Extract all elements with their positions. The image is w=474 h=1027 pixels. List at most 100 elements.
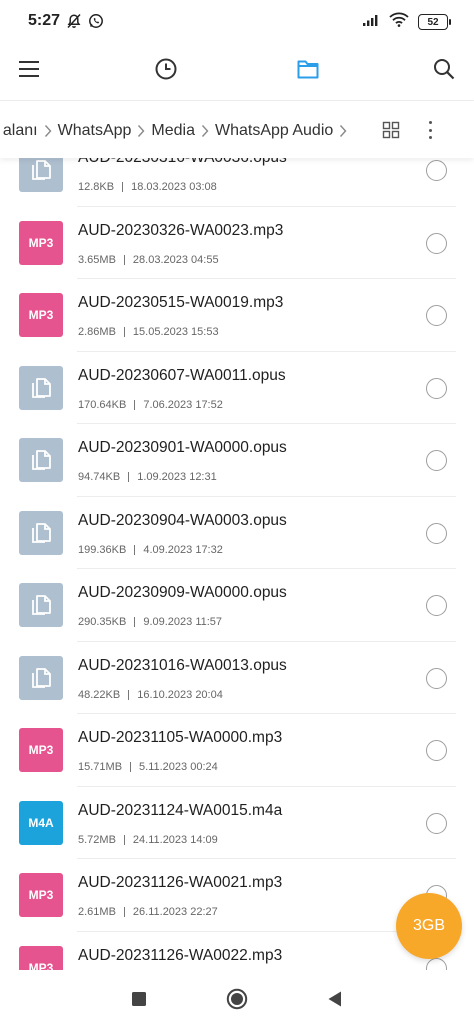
document-icon [32,450,51,470]
battery-icon: 52 [418,14,451,30]
meta-separator [134,399,136,410]
file-meta: 48.22KB 16.10.2023 20:04 [78,689,223,701]
recent-icon[interactable] [153,56,179,82]
select-radio[interactable] [426,232,447,254]
file-type-thumbnail: MP3 [19,873,63,917]
file-type-thumbnail: MP3 [19,220,63,265]
grid-view-icon[interactable] [381,120,401,140]
status-system-icons: 52 [362,12,451,32]
breadcrumb-item-whatsapp[interactable]: WhatsApp [58,122,132,140]
storage-usage-button[interactable]: 3GB [396,893,462,959]
file-row[interactable]: AUD-20230607-WA0011.opus 170.64KB 7.06.2… [0,352,474,424]
file-type-thumbnail [19,438,63,482]
recents-square-icon[interactable] [128,988,150,1010]
file-size: 5.72MB [78,833,116,846]
file-row[interactable]: AUD-20231016-WA0013.opus 48.22KB 16.10.2… [0,642,474,714]
file-row[interactable]: AUD-20230901-WA0000.opus 94.74KB 1.09.20… [0,424,474,497]
document-icon [32,522,51,543]
breadcrumb-bar: ı alanı WhatsApp Media WhatsApp Audio [0,100,474,158]
select-radio[interactable] [426,957,447,970]
file-size: 15.71MB [78,761,123,773]
file-meta: 2.86MB 15.05.2023 15:53 [78,326,219,338]
file-date: 26.11.2023 22:27 [132,906,218,918]
select-radio[interactable] [426,305,447,326]
file-date: 1.09.2023 12:31 [137,471,217,483]
more-options-icon[interactable] [420,118,440,142]
file-row[interactable]: AUD-20230909-WA0000.opus 290.35KB 9.09.2… [0,569,474,642]
file-type-thumbnail [19,583,63,627]
file-row[interactable]: MP3 AUD-20231105-WA0000.mp3 15.71MB 5.11… [0,714,474,787]
file-size: 12.8KB [78,181,115,193]
status-notification-icons [66,13,104,34]
file-size: 48.22KB [78,688,121,701]
file-type-thumbnail: M4A [19,800,63,845]
file-row[interactable]: M4A AUD-20231124-WA0015.m4a 5.72MB 24.11… [0,787,474,859]
select-radio[interactable] [426,160,447,181]
meta-separator [123,907,125,917]
whatsapp-icon [88,13,104,34]
chevron-right-icon [339,124,347,138]
select-radio[interactable] [426,667,447,689]
file-row[interactable]: MP3 AUD-20230515-WA0019.mp3 2.86MB 15.05… [0,279,474,352]
file-type-thumbnail [19,158,63,192]
file-date: 4.09.2023 17:32 [143,543,223,556]
select-radio[interactable] [426,450,447,471]
mute-bell-icon [66,13,82,34]
breadcrumb-item-media[interactable]: Media [151,122,195,140]
file-meta: 3.65MB 28.03.2023 04:55 [78,254,219,266]
file-meta: 199.36KB 4.09.2023 17:32 [78,544,223,556]
file-meta: 5.72MB 24.11.2023 14:09 [78,834,218,846]
file-meta: 2.61MB 26.11.2023 22:27 [78,906,218,918]
file-name: AUD-20230901-WA0000.opus [78,439,287,456]
file-row[interactable]: AUD-20230316-WA0036.opus 12.8KB 18.03.20… [0,158,474,207]
meta-separator [123,327,125,337]
select-radio[interactable] [426,522,447,544]
search-icon[interactable] [431,56,457,82]
file-row[interactable]: AUD-20230904-WA0003.opus 199.36KB 4.09.2… [0,497,474,569]
file-date: 18.03.2023 03:08 [131,181,217,193]
file-name: AUD-20230326-WA0023.mp3 [78,221,284,239]
signal-icon [362,13,380,32]
system-nav-bar [0,970,474,1027]
document-icon [32,667,51,688]
document-icon [32,377,51,398]
breadcrumb-item-storage[interactable]: ı alanı [0,122,38,140]
folder-icon[interactable] [295,56,321,82]
back-triangle-icon[interactable] [324,988,346,1010]
file-name: AUD-20231105-WA0000.mp3 [78,729,283,746]
file-size: 2.61MB [78,906,116,918]
chevron-right-icon [44,124,52,138]
file-row[interactable]: MP3 AUD-20230326-WA0023.mp3 3.65MB 28.03… [0,207,474,279]
file-meta: 94.74KB 1.09.2023 12:31 [78,471,217,483]
file-size: 290.35KB [78,616,127,628]
breadcrumb-item-whatsapp-audio[interactable]: WhatsApp Audio [215,122,333,140]
file-size: 94.74KB [78,471,121,483]
file-type-thumbnail: MP3 [19,293,63,337]
select-radio[interactable] [426,740,447,761]
file-meta: 15.71MB 5.11.2023 00:24 [78,761,218,773]
select-radio[interactable] [426,595,447,616]
file-name: AUD-20230909-WA0000.opus [78,584,287,601]
file-name: AUD-20230607-WA0011.opus [78,366,286,384]
meta-separator [134,544,136,555]
menu-icon[interactable] [16,56,42,82]
file-type-thumbnail [19,365,63,410]
select-radio[interactable] [426,377,447,399]
chevron-right-icon [201,124,209,138]
select-radio[interactable] [426,812,447,834]
file-type-thumbnail: MP3 [19,728,63,772]
chevron-right-icon [137,124,145,138]
file-date: 5.11.2023 00:24 [139,761,218,773]
meta-separator [123,834,125,845]
file-size: 2.86MB [78,326,116,338]
home-circle-icon[interactable] [226,988,248,1010]
breadcrumb: ı alanı WhatsApp Media WhatsApp Audio [0,119,372,143]
document-icon [32,595,51,615]
meta-separator [134,617,136,627]
meta-separator [130,762,132,772]
file-type-thumbnail [19,510,63,555]
file-meta: 12.8KB 18.03.2023 03:08 [78,181,217,193]
meta-separator [128,472,130,482]
top-app-bar [0,44,474,94]
file-name: AUD-20230515-WA0019.mp3 [78,294,284,311]
